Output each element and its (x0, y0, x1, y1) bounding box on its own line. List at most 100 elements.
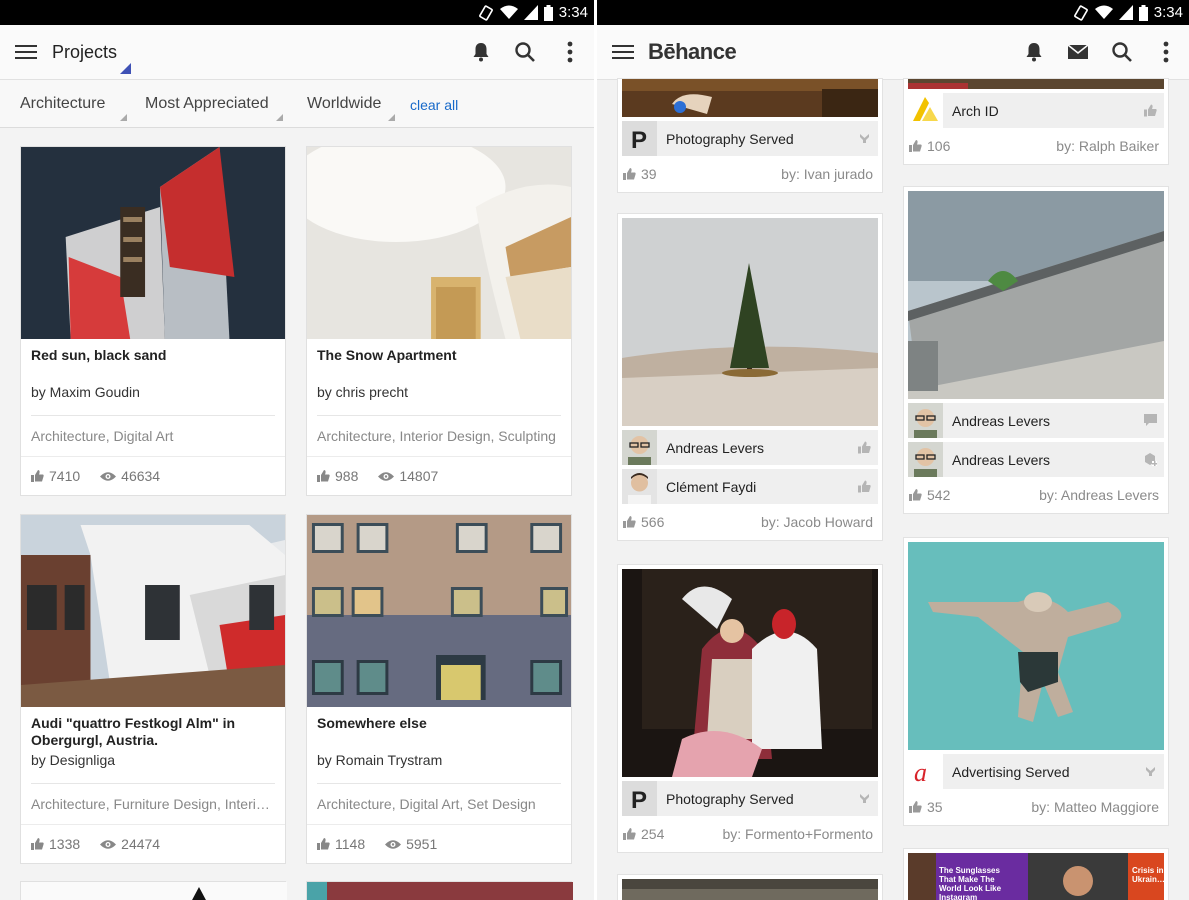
feed-card[interactable]: Arch ID 106 by: Ralph Baiker (903, 78, 1169, 165)
feed-thumbnail[interactable] (622, 79, 878, 117)
filter-sort[interactable]: Most Appreciated (145, 95, 283, 121)
feed-author[interactable]: by: Ralph Baiker (1056, 138, 1159, 154)
feed-card-partial[interactable]: The Sunglasses That Make The World Look … (903, 848, 1169, 900)
svg-text:a: a (914, 758, 927, 787)
project-thumbnail[interactable] (21, 147, 285, 339)
add-collection-icon[interactable] (1144, 453, 1157, 466)
owner-row[interactable]: P Photography Served (622, 781, 878, 816)
views-count: 5951 (406, 836, 438, 852)
feed-author[interactable]: by: Jacob Howard (761, 514, 873, 530)
feed-author[interactable]: by: Matteo Maggiore (1031, 799, 1159, 815)
project-card[interactable]: Somewhere else by Romain Trystram Archit… (306, 514, 572, 864)
avatar (908, 403, 943, 438)
feed-author[interactable]: by: Formento+Formento (722, 826, 873, 842)
project-author[interactable]: by Romain Trystram (307, 751, 571, 783)
svg-text:P: P (631, 127, 647, 154)
menu-icon[interactable] (15, 42, 37, 62)
project-thumbnail[interactable] (21, 515, 285, 707)
project-title[interactable]: The Snow Apartment (307, 339, 571, 383)
feed-card[interactable]: a Advertising Served 35 by: Matteo Maggi… (903, 537, 1169, 826)
notification-bell-icon[interactable] (469, 40, 493, 64)
project-title[interactable]: Somewhere else (307, 707, 571, 751)
thumbs-up-icon (909, 801, 922, 813)
signal-icon (523, 5, 538, 20)
views-count: 46634 (121, 468, 161, 484)
wifi-icon (1094, 5, 1113, 19)
feed-thumbnail[interactable] (908, 542, 1164, 750)
project-author[interactable]: by Maxim Goudin (21, 383, 285, 415)
comment-icon[interactable] (1144, 414, 1157, 427)
thumbs-up-icon[interactable] (858, 441, 871, 454)
owner-row[interactable]: P Photography Served (622, 121, 878, 156)
feed-thumbnail[interactable]: The Sunglasses That Make The World Look … (908, 853, 1164, 900)
status-bar: 3:34 (597, 0, 1189, 25)
project-thumbnail[interactable] (21, 882, 287, 900)
project-author[interactable]: by chris precht (307, 383, 571, 415)
search-icon[interactable] (513, 40, 537, 64)
follow-icon[interactable] (858, 792, 871, 805)
feed-card-partial[interactable] (617, 874, 883, 900)
thumbs-up-icon (909, 140, 922, 152)
feed-thumbnail[interactable] (622, 879, 878, 900)
owner-row[interactable]: Arch ID (908, 93, 1164, 128)
project-card[interactable]: Red sun, black sand by Maxim Goudin Arch… (20, 146, 286, 496)
owner-row[interactable]: Andreas Levers (908, 403, 1164, 438)
overflow-menu-icon[interactable] (558, 40, 582, 64)
owner-name: Andreas Levers (952, 412, 1051, 429)
owner-row[interactable]: a Advertising Served (908, 754, 1164, 789)
filter-location[interactable]: Worldwide (307, 95, 396, 121)
thumbs-up-icon[interactable] (858, 480, 871, 493)
app-bar: Projects (0, 25, 594, 80)
follow-icon[interactable] (858, 132, 871, 145)
feed-stats: 39 by: Ivan jurado (618, 156, 882, 192)
feed-card[interactable]: Andreas Levers Clément Faydi 566 by: Jac… (617, 213, 883, 541)
overflow-menu-icon[interactable] (1154, 40, 1178, 64)
clear-all-link[interactable]: clear all (410, 97, 458, 113)
feed-thumbnail[interactable] (908, 79, 1164, 89)
filter-field-label: Architecture (20, 95, 106, 112)
battery-icon (1138, 4, 1148, 21)
partial-card-side-text: Crisis in Ukrain… (1132, 866, 1164, 884)
svg-text:P: P (631, 787, 647, 814)
project-title[interactable]: Audi "quattro Festkogl Alm" in Obergurgl… (21, 707, 285, 751)
owner-name: Advertising Served (952, 763, 1070, 780)
follow-icon[interactable] (1144, 765, 1157, 778)
feed-author[interactable]: by: Andreas Levers (1039, 487, 1159, 503)
feed-card[interactable]: Andreas Levers Andreas Levers 542 by: An… (903, 186, 1169, 514)
messages-envelope-icon[interactable] (1066, 40, 1090, 64)
project-card-partial[interactable] (20, 881, 287, 900)
owner-row[interactable]: Andreas Levers (622, 430, 878, 465)
feed-thumbnail[interactable] (622, 218, 878, 426)
notification-bell-icon[interactable] (1022, 40, 1046, 64)
views-count: 24474 (121, 836, 161, 852)
owner-row[interactable]: Andreas Levers (908, 442, 1164, 477)
search-icon[interactable] (1110, 40, 1134, 64)
feed-thumbnail[interactable] (908, 191, 1164, 399)
feed-thumbnail[interactable] (622, 569, 878, 777)
project-card[interactable]: The Snow Apartment by chris precht Archi… (306, 146, 572, 496)
project-card-partial[interactable] (306, 881, 573, 900)
owner-name: Clément Faydi (666, 478, 757, 495)
likes-count: 542 (927, 487, 951, 503)
dropdown-indicator (120, 63, 131, 74)
feed-author[interactable]: by: Ivan jurado (781, 166, 873, 182)
project-thumbnail[interactable] (307, 515, 571, 707)
feed-stats: 106 by: Ralph Baiker (904, 128, 1168, 164)
feed-card[interactable]: P Photography Served 39 by: Ivan jurado (617, 78, 883, 193)
project-title[interactable]: Red sun, black sand (21, 339, 285, 383)
thumbs-up-icon[interactable] (1144, 104, 1157, 117)
project-thumbnail[interactable] (307, 147, 571, 339)
owner-row[interactable]: Clément Faydi (622, 469, 878, 504)
project-thumbnail[interactable] (307, 882, 573, 900)
behance-logo[interactable]: Bēhance (648, 39, 737, 65)
likes-count: 566 (641, 514, 665, 530)
menu-icon[interactable] (612, 42, 634, 62)
likes-count: 7410 (49, 468, 81, 484)
project-author[interactable]: by Designliga (21, 751, 285, 783)
filter-field[interactable]: Architecture (20, 95, 128, 121)
feed-card[interactable]: P Photography Served 254 by: Formento+Fo… (617, 564, 883, 853)
project-card[interactable]: Audi "quattro Festkogl Alm" in Obergurgl… (20, 514, 286, 864)
page-title[interactable]: Projects (52, 42, 117, 63)
battery-icon (543, 4, 553, 21)
app-bar: Bēhance (597, 25, 1189, 80)
